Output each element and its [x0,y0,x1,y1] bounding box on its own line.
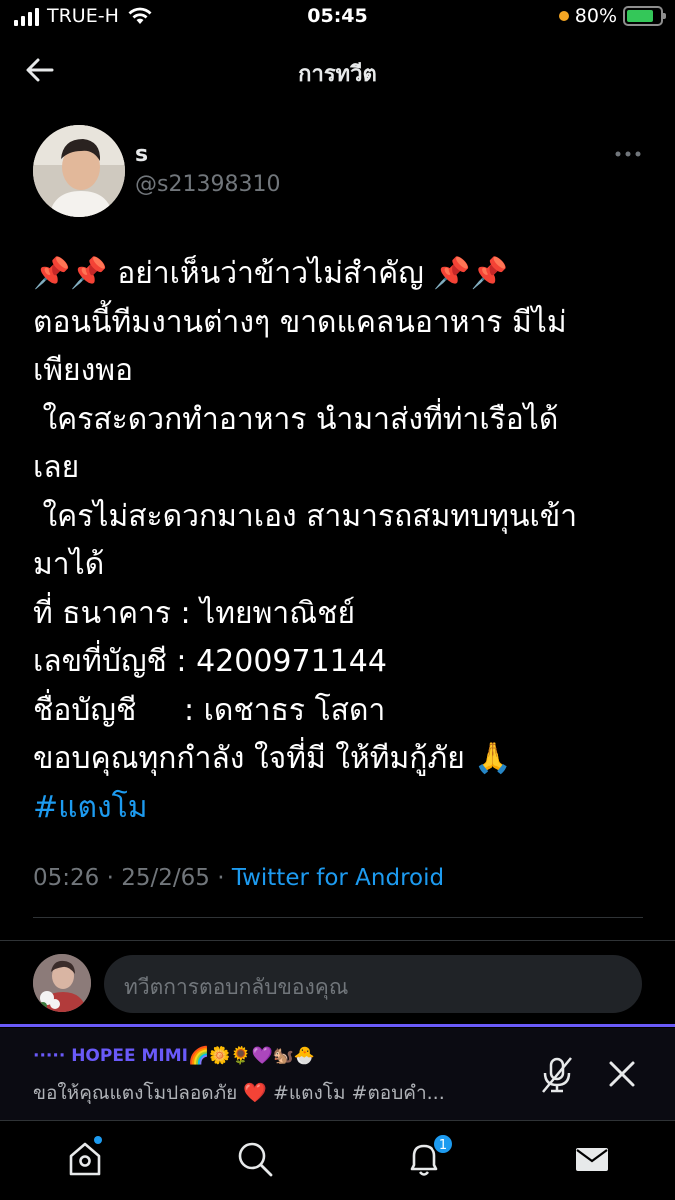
tweet-meta: 05:26 · 25/2/65 · Twitter for Android [33,865,444,891]
tweet-line: เพียงพอ [33,353,134,388]
tweet-line: ที่ ธนาคาร : ไทยพาณิชย์ [33,595,356,631]
my-avatar [33,954,91,1012]
reply-input[interactable]: ทวีตการตอบกลับของคุณ [104,955,642,1013]
mic-off-icon[interactable] [540,1056,574,1094]
meta-separator: · [106,865,122,891]
reply-placeholder: ทวีตการตอบกลับของคุณ [124,975,349,999]
more-options-icon[interactable] [614,150,642,158]
meta-separator: · [217,865,232,891]
tweet-line: 📌📌 อย่าเห็นว่าข้าวไม่สำคัญ 📌📌 [33,256,509,291]
tweet-line: ขอบคุณทุกกำลัง ใจที่มี ให้ทีมกู้ภัย 🙏 [33,741,512,776]
tweet-line: ตอนนี้ทีมงานต่างๆ ขาดแคลนอาหาร มีไม่ [33,304,567,340]
battery-fill [627,10,653,22]
tweet-line: เลย [33,450,80,485]
space-subtitle: ขอให้คุณแตงโมปลอดภัย ❤️ #แตงโม #ตอบคำ... [33,1082,445,1104]
tweet-line: ใครไม่สะดวกมาเอง สามารถสมทบทุนเข้า [33,498,578,534]
author-handle[interactable]: @s21398310 [135,172,280,197]
tweet-text: 📌📌 อย่าเห็นว่าข้าวไม่สำคัญ 📌📌 ตอนนี้ทีมง… [33,250,648,832]
header: การทวีต [0,40,675,100]
messages-mail-icon[interactable] [572,1139,612,1179]
my-avatar-photo [33,954,91,1012]
tweet-line: ใครสะดวกทำอาหาร นำมาส่งที่ท่าเรือได้ [33,401,559,437]
page-title: การทวีต [298,62,377,87]
tweet-line: เลขที่บัญชี : 4200971144 [33,644,387,679]
hashtag-link[interactable]: #แตงโม [33,784,648,833]
home-new-dot [94,1136,102,1144]
tweet-line: มาได้ [33,547,105,582]
home-icon[interactable] [65,1139,105,1179]
close-icon[interactable] [608,1060,636,1088]
avatar-photo [33,125,125,217]
space-bar[interactable]: ····· HOPEE MIMI🌈🌼🌻💜🐿️🐣 ขอให้คุณแตงโมปลอ… [0,1028,675,1120]
space-progress-line [0,1024,675,1027]
bottom-nav: 1 [0,1120,675,1200]
tweet-line: ชื่อบัญชี : เดชาธร โสดา [33,692,386,728]
author-name[interactable]: s [135,142,148,167]
divider [33,917,643,918]
author-avatar[interactable] [33,125,125,217]
status-right: 80% [558,5,666,27]
status-bar: TRUE-H 05:45 80% [0,0,675,36]
battery-percent: 80% [574,5,617,27]
tweet-time: 05:26 [33,865,100,891]
battery-icon [623,6,666,26]
tweet-date: 25/2/65 [121,865,210,891]
space-title: ····· HOPEE MIMI🌈🌼🌻💜🐿️🐣 [33,1046,315,1066]
recording-dot-icon [558,11,569,21]
notifications-badge: 1 [432,1133,454,1155]
search-icon[interactable] [235,1139,275,1179]
divider [0,940,675,941]
tweet-source-link[interactable]: Twitter for Android [232,865,444,891]
